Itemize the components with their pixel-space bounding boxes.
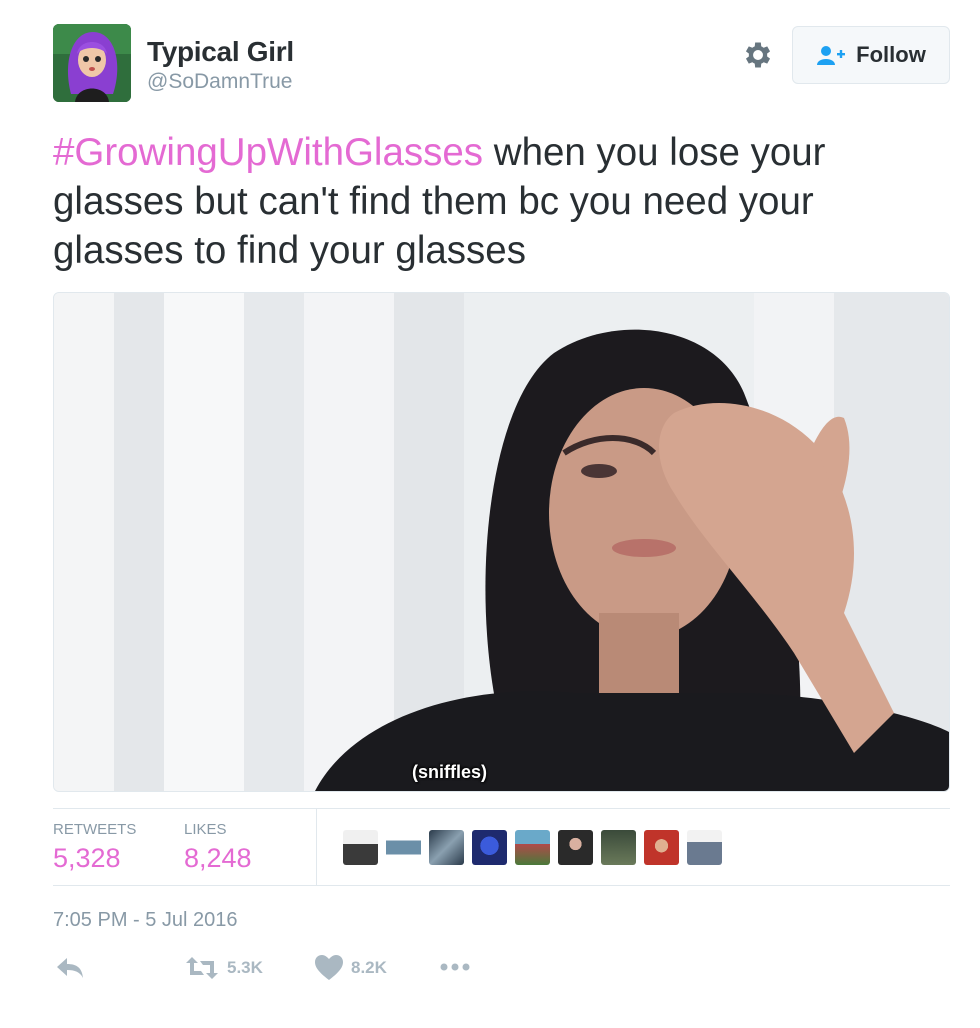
- tweet-stats: RETWEETS 5,328 LIKES 8,248: [53, 808, 950, 886]
- more-dots-icon: [440, 963, 470, 971]
- user-handle[interactable]: @SoDamnTrue: [147, 70, 292, 94]
- tweet-timestamp[interactable]: 7:05 PM - 5 Jul 2016: [53, 909, 238, 932]
- follow-button[interactable]: Follow: [792, 26, 950, 84]
- retweet-count: 5.3K: [227, 958, 263, 977]
- liker-avatar[interactable]: [601, 830, 636, 865]
- reply-icon: [57, 958, 83, 978]
- tweet-text: #GrowingUpWithGlasses when you lose your…: [53, 128, 933, 275]
- liker-avatar[interactable]: [687, 830, 722, 865]
- add-user-icon: [817, 46, 846, 65]
- avatar[interactable]: [53, 24, 131, 102]
- tweet-actions: 5.3K 8.2K: [53, 955, 553, 989]
- like-count: 8.2K: [351, 958, 387, 977]
- likers-avatars: [343, 830, 722, 866]
- media-image: [54, 293, 949, 791]
- retweet-button[interactable]: 5.3K: [185, 955, 263, 981]
- stats-divider: [316, 809, 317, 885]
- more-button[interactable]: [439, 961, 471, 973]
- likes-label: LIKES: [184, 821, 227, 838]
- like-button[interactable]: 8.2K: [315, 955, 387, 981]
- display-name[interactable]: Typical Girl: [147, 36, 294, 68]
- retweets-stat[interactable]: RETWEETS 5,328: [53, 821, 136, 874]
- retweet-icon: [186, 957, 218, 979]
- liker-avatar[interactable]: [472, 830, 507, 865]
- likes-stat[interactable]: LIKES 8,248: [184, 821, 252, 874]
- liker-avatar[interactable]: [644, 830, 679, 865]
- likes-value: 8,248: [184, 843, 252, 873]
- reply-button[interactable]: [55, 955, 85, 981]
- tweet-media[interactable]: (sniffles): [53, 292, 950, 792]
- tweet-header: Typical Girl @SoDamnTrue Follow: [53, 24, 951, 104]
- media-caption: (sniffles): [411, 762, 487, 782]
- retweets-label: RETWEETS: [53, 821, 137, 838]
- follow-label: Follow: [856, 42, 926, 67]
- gear-icon[interactable]: [741, 38, 775, 72]
- liker-avatar[interactable]: [343, 830, 378, 865]
- retweets-value: 5,328: [53, 843, 121, 873]
- liker-avatar[interactable]: [558, 830, 593, 865]
- hashtag-link[interactable]: #GrowingUpWithGlasses: [53, 131, 483, 174]
- liker-avatar[interactable]: [515, 830, 550, 865]
- liker-avatar[interactable]: [386, 830, 421, 865]
- liker-avatar[interactable]: [429, 830, 464, 865]
- heart-icon: [315, 955, 343, 980]
